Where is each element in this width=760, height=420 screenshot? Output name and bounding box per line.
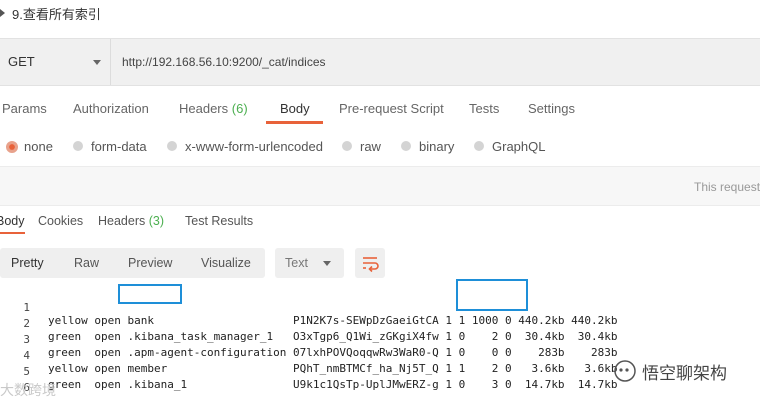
tab-body[interactable]: Body [280, 101, 310, 116]
radio-x-www-form-urlencoded[interactable] [167, 141, 177, 151]
code-line: 2 green open .kibana_task_manager_1 O3xT… [0, 304, 617, 343]
highlight-box-index-name [118, 284, 182, 304]
watermark-left: 大数跨境 [0, 382, 56, 398]
request-tabs: Params Authorization Headers (6) Body Pr… [0, 90, 760, 126]
resp-tab-body[interactable]: Body [0, 214, 25, 228]
request-url-bar: GET http://192.168.56.10:9200/_cat/indic… [0, 38, 760, 86]
wrap-lines-icon [363, 257, 379, 273]
body-type-radios: none form-data x-www-form-urlencoded raw… [0, 134, 760, 160]
url-input[interactable]: http://192.168.56.10:9200/_cat/indices [122, 55, 326, 69]
radio-form-data[interactable] [73, 141, 83, 151]
line-text: yellow open member PQhT_nmBTMCf_ha_Nj5T_… [48, 362, 618, 375]
line-text: green open .kibana_1 U9k1c1QsTp-UplJMwER… [48, 378, 618, 391]
format-label: Text [285, 256, 308, 270]
tab-params[interactable]: Params [2, 101, 47, 116]
watermark-right-text: 悟空聊架构 [642, 364, 727, 384]
collapse-caret-icon[interactable] [0, 9, 5, 17]
code-line: 4 yellow open member PQhT_nmBTMCf_ha_Nj5… [0, 336, 617, 375]
headers-count: (6) [231, 101, 248, 116]
radio-label-graphql: GraphQL [492, 139, 546, 154]
format-select[interactable]: Text [275, 248, 344, 278]
code-line: 3 green open .apm-agent-configuration 07… [0, 320, 617, 359]
view-mode-group: Pretty Raw Preview Visualize [0, 248, 265, 278]
visualize-button[interactable]: Visualize [201, 256, 251, 270]
radio-label-raw: raw [360, 139, 381, 154]
section-header[interactable]: 9.查看所有索引 [0, 0, 760, 26]
radio-label-form-data: form-data [91, 139, 147, 154]
tab-headers[interactable]: Headers (6) [179, 101, 248, 116]
line-text: green open .apm-agent-configuration 07lx… [48, 346, 618, 359]
tab-pre-request-script[interactable]: Pre-request Script [339, 101, 444, 116]
code-line: 1 yellow open bank P1N2K7s-SEWpDzGaeiGtC… [0, 288, 617, 327]
response-tabs: Body Cookies Headers (3) Test Results [0, 206, 760, 236]
highlight-box-doc-count [456, 279, 528, 311]
radio-raw[interactable] [342, 141, 352, 151]
watermark-right: 悟空聊架构 [612, 358, 752, 384]
body-empty-area: This request [0, 166, 760, 206]
radio-binary[interactable] [401, 141, 411, 151]
wrap-lines-button[interactable] [355, 248, 385, 278]
section-title: 9.查看所有索引 [12, 7, 101, 22]
active-response-tab-indicator [0, 232, 25, 234]
resp-tab-test-results[interactable]: Test Results [185, 214, 253, 228]
radio-label-none: none [24, 139, 53, 154]
chevron-down-icon [323, 261, 331, 266]
resp-tab-headers[interactable]: Headers (3) [98, 214, 164, 228]
body-empty-hint: This request [694, 180, 760, 194]
radio-none[interactable] [6, 141, 18, 153]
line-text: green open .kibana_task_manager_1 O3xTgp… [48, 330, 618, 343]
preview-button[interactable]: Preview [128, 256, 172, 270]
code-line: 5 green open .kibana_1 U9k1c1QsTp-UplJMw… [0, 352, 617, 391]
wechat-logo-icon [614, 360, 636, 382]
method-select[interactable]: GET [0, 39, 111, 85]
method-label: GET [8, 54, 35, 69]
radio-label-urlencoded: x-www-form-urlencoded [185, 139, 323, 154]
active-tab-indicator [266, 121, 323, 124]
radio-label-binary: binary [419, 139, 455, 154]
tab-authorization[interactable]: Authorization [73, 101, 149, 116]
tab-settings[interactable]: Settings [528, 101, 575, 116]
tab-tests[interactable]: Tests [469, 101, 499, 116]
pretty-button[interactable]: Pretty [11, 256, 44, 270]
line-text: yellow open bank P1N2K7s-SEWpDzGaeiGtCA … [48, 314, 618, 327]
radio-graphql[interactable] [474, 141, 484, 151]
resp-tab-cookies[interactable]: Cookies [38, 214, 83, 228]
resp-headers-count: (3) [148, 214, 165, 228]
response-toolbar: Pretty Raw Preview Visualize Text [0, 248, 760, 280]
raw-button[interactable]: Raw [74, 256, 99, 270]
chevron-down-icon [93, 60, 101, 65]
